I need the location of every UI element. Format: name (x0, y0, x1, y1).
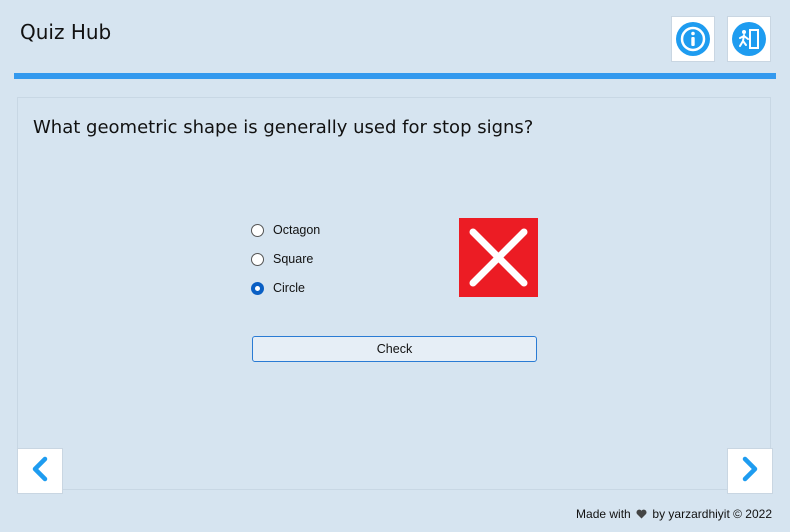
info-button[interactable] (671, 16, 715, 62)
info-icon (676, 22, 710, 56)
option-circle[interactable]: Circle (251, 279, 305, 297)
radio-octagon[interactable] (251, 223, 264, 237)
option-octagon[interactable]: Octagon (251, 221, 320, 239)
radio-square[interactable] (251, 252, 264, 266)
option-square[interactable]: Square (251, 250, 313, 268)
exit-button[interactable] (727, 16, 771, 62)
app-title: Quiz Hub (20, 20, 112, 44)
option-label: Square (273, 252, 314, 266)
previous-button[interactable] (17, 448, 63, 494)
red-x-icon (459, 218, 538, 297)
footer-author: by yarzardhiyit © 2022 (652, 507, 772, 521)
footer-made-with: Made with (576, 507, 631, 521)
question-text: What geometric shape is generally used f… (33, 117, 534, 138)
heart-icon (636, 508, 647, 522)
radio-circle[interactable] (251, 281, 264, 295)
next-button[interactable] (727, 448, 773, 494)
header-accent-bar (14, 73, 776, 79)
check-button[interactable]: Check (252, 336, 537, 362)
option-label: Circle (273, 281, 305, 295)
option-label: Octagon (273, 223, 321, 237)
question-panel (17, 97, 771, 490)
chevron-left-icon (28, 456, 52, 487)
exit-door-icon (732, 22, 766, 56)
chevron-right-icon (738, 456, 762, 487)
footer-credit: Made with by yarzardhiyit © 2022 (576, 507, 772, 522)
